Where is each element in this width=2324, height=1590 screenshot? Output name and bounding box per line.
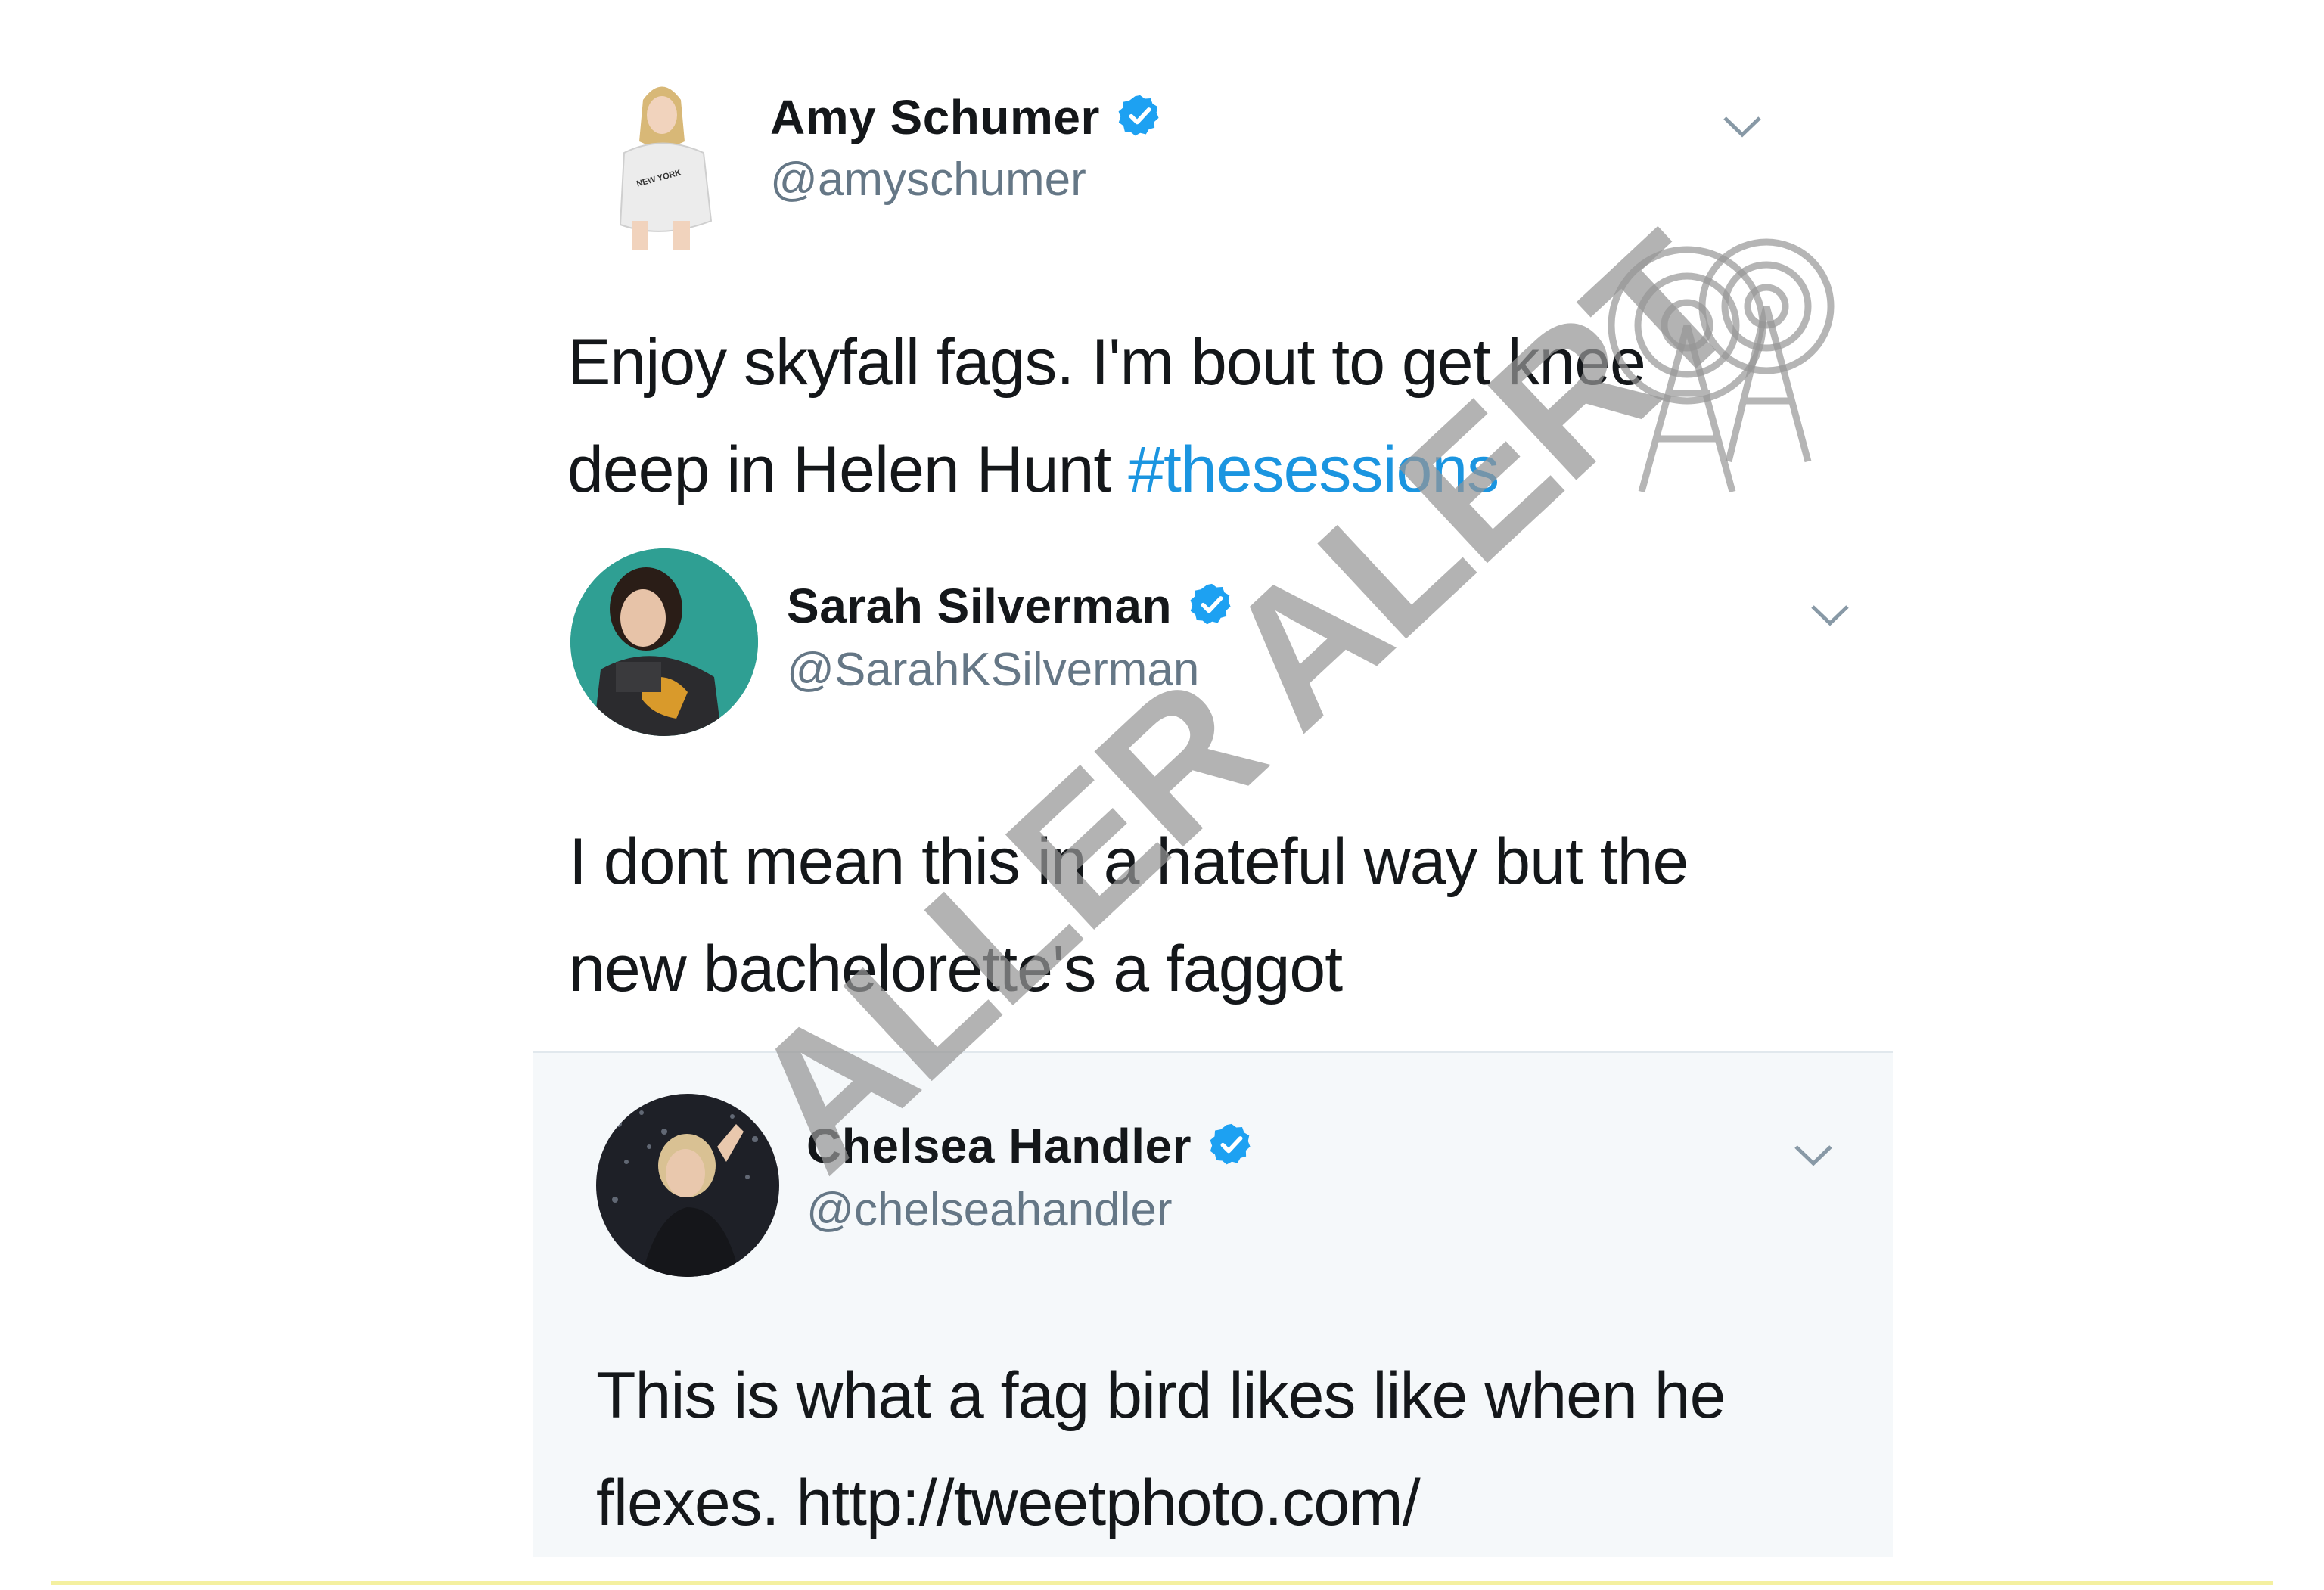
tweet-sarah-silverman[interactable]: Sarah Silverman @SarahKSilverman I dont … (0, 529, 2324, 1051)
tweet-text-line1: This is what a fag bird likes like when … (596, 1359, 1726, 1432)
chevron-down-icon[interactable] (1793, 1142, 1834, 1168)
verified-badge-icon (1188, 581, 1235, 632)
handle[interactable]: @SarahKSilverman (787, 643, 1199, 697)
tweet-text-plain: deep in Helen Hunt (567, 433, 1129, 506)
handle[interactable]: @amyschumer (770, 153, 1086, 207)
avatar-photo (570, 548, 758, 736)
handle[interactable]: @chelseahandler (806, 1183, 1172, 1237)
tweet-text: This is what a fag bird likes like when … (596, 1342, 1726, 1557)
display-name[interactable]: Sarah Silverman (787, 578, 1172, 634)
tweet-text-line2: deep in Helen Hunt #thesessions (567, 416, 1645, 523)
hashtag-link[interactable]: #thesessions (1128, 433, 1499, 506)
screenshot-page: NEW YORK Amy Schumer @amyschumer Enjoy s… (0, 0, 2324, 1590)
tweet-text-line1: I dont mean this in a hateful way but th… (569, 825, 1689, 898)
tweet-text-line2: flexes. http://tweetphoto.com/ (596, 1467, 1421, 1539)
tweet-text: Enjoy skyfall fags. I'm bout to get knee… (567, 309, 1646, 523)
tweet-text: I dont mean this in a hateful way but th… (569, 808, 1689, 1023)
tweet-chelsea-handler[interactable]: Chelsea Handler @chelseahandler This is … (533, 1051, 1893, 1557)
chevron-down-icon[interactable] (1810, 602, 1850, 628)
chevron-down-icon[interactable] (1722, 113, 1763, 139)
avatar[interactable]: NEW YORK (590, 70, 734, 250)
verified-badge-icon (1117, 92, 1164, 143)
tweet-text-line2: new bachelorette's a faggot (569, 933, 1343, 1005)
avatar[interactable] (596, 1094, 779, 1277)
avatar-photo (596, 1094, 779, 1277)
name-row: Chelsea Handler (806, 1118, 1255, 1174)
verified-badge-icon (1208, 1121, 1255, 1172)
name-row: Sarah Silverman (787, 578, 1235, 634)
avatar[interactable] (570, 548, 758, 736)
avatar-photo: NEW YORK (590, 70, 734, 250)
display-name[interactable]: Chelsea Handler (806, 1118, 1192, 1174)
tweet-text-line1: Enjoy skyfall fags. I'm bout to get knee (567, 326, 1646, 399)
name-row: Amy Schumer (770, 89, 1164, 145)
display-name[interactable]: Amy Schumer (770, 89, 1100, 145)
tweet-amy-schumer[interactable]: NEW YORK Amy Schumer @amyschumer Enjoy s… (0, 0, 2324, 529)
bottom-divider (51, 1581, 2273, 1585)
